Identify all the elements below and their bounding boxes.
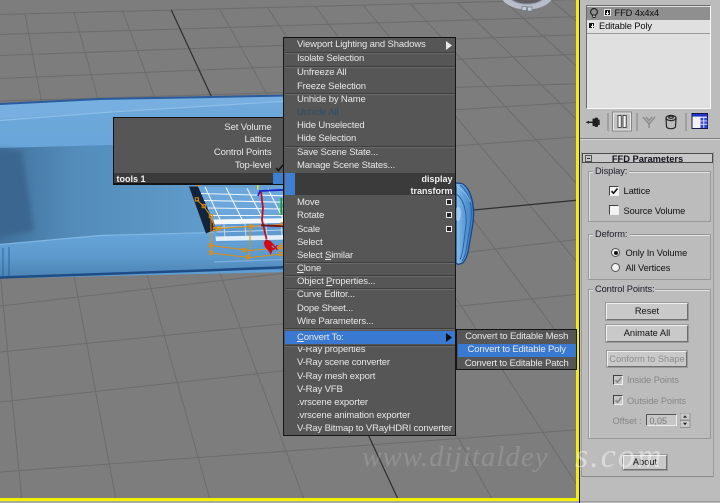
svg-text:www.dijitaldey: www.dijitaldey xyxy=(362,441,549,473)
